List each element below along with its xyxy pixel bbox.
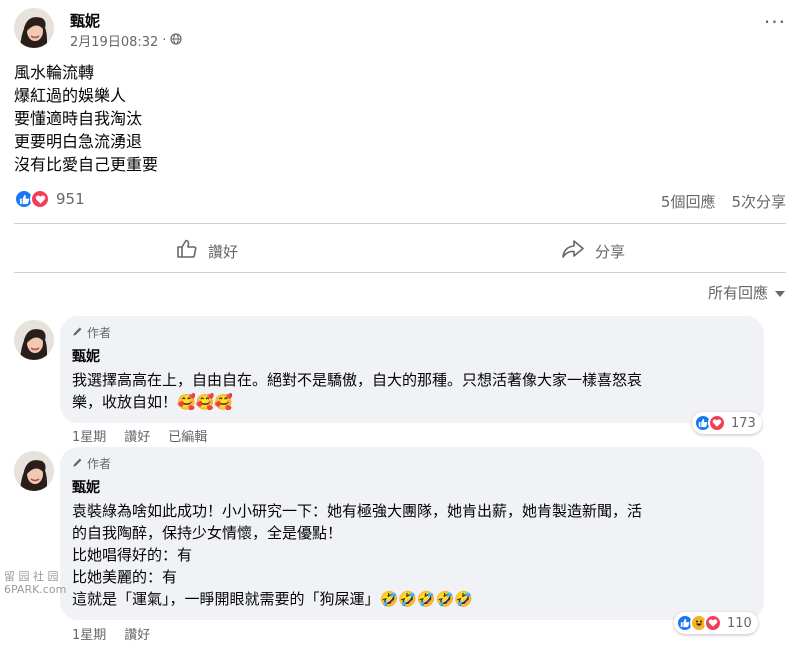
comment-actions: 1星期 讚好 [72,624,150,643]
comment-text: 我選擇高高在上，自由自在。絕對不是驕傲，自大的那種。只想活著像大家一樣喜怒哀 樂… [72,369,750,413]
post-line: 沒有比愛自己更重要 [14,155,159,174]
reaction-summary[interactable]: 951 [14,189,85,209]
author-avatar[interactable] [14,8,54,48]
stats-right: 5個回應 5次分享 [661,191,786,212]
post-meta: 2月19日08:32 · [70,31,183,50]
pen-icon [72,457,83,471]
comment-line: 比她唱得好的：有 [72,546,193,564]
more-options-icon[interactable]: ··· [764,12,786,32]
like-label: 讚好 [207,242,238,261]
like-button[interactable]: 讚好 [14,232,400,270]
love-reaction-icon [30,189,50,209]
globe-icon [170,32,183,49]
comment-avatar[interactable] [14,320,54,360]
share-label: 分享 [594,242,625,261]
sort-label: 所有回應 [707,284,768,302]
author-badge-label: 作者 [87,326,112,340]
comment-edited-label[interactable]: 已編輯 [168,426,207,445]
share-count-link[interactable]: 5次分享 [731,191,786,212]
caret-down-icon [774,284,786,302]
author-name[interactable]: 甄妮 [70,10,100,31]
comment-reactions[interactable]: 173 [692,412,762,434]
comment-line: 的自我陶醉，保持少女情懷，全是優點！ [72,524,343,542]
author-badge: 作者 [72,324,750,341]
post-header: 甄妮 2月19日08:32 · ··· [14,8,786,54]
comment-reactions[interactable]: 110 [674,612,758,634]
watermark-line: 6PARK.com [4,583,67,596]
audience-separator: · [162,33,167,48]
thumbs-up-icon [176,239,198,263]
post-timestamp[interactable]: 2月19日08:32 [70,31,158,50]
post-line: 風水輪流轉 [14,63,95,82]
comment-sort-dropdown[interactable]: 所有回應 [708,282,786,303]
author-badge-label: 作者 [87,457,112,471]
divider [14,223,786,224]
post-text: 風水輪流轉 爆紅過的娛樂人 要懂適時自我淘汰 更要明白急流湧退 沒有比愛自己更重… [14,61,158,176]
reaction-count: 951 [56,190,85,208]
comment-line: 樂，收放自如！🥰🥰🥰 [72,393,234,411]
watermark-line: 留 园 社 园 [4,570,59,583]
pen-icon [72,326,83,340]
comment-author-name[interactable]: 甄妮 [72,477,750,497]
watermark: 留 园 社 园 6PARK.com [4,570,66,596]
comment-reaction-count: 173 [731,415,756,431]
post-line: 更要明白急流湧退 [14,132,143,151]
post-actions: 讚好 分享 [14,232,786,270]
author-badge: 作者 [72,455,750,472]
comment-bubble: 作者 甄妮 我選擇高高在上，自由自在。絕對不是驕傲，自大的那種。只想活著像大家一… [60,316,764,423]
love-reaction-icon [704,614,722,632]
share-arrow-icon [561,239,585,263]
comment-line: 比她美麗的：有 [72,568,178,586]
comment-like-button[interactable]: 讚好 [124,624,150,643]
comment-line: 我選擇高高在上，自由自在。絕對不是驕傲，自大的那種。只想活著像大家一樣喜怒哀 [72,371,643,389]
comment-actions: 1星期 讚好 已編輯 [72,426,207,445]
comment-line: 這就是「運氣」，一睜開眼就需要的「狗屎運」🤣🤣🤣🤣🤣 [72,590,473,608]
comment-avatar[interactable] [14,451,54,491]
post-line: 爆紅過的娛樂人 [14,86,127,105]
comment-text: 袁裝綠為啥如此成功！小小研究一下：她有極強大團隊，她肯出薪，她肯製造新聞，活 的… [72,500,750,610]
comment-bubble: 作者 甄妮 袁裝綠為啥如此成功！小小研究一下：她有極強大團隊，她肯出薪，她肯製造… [60,447,764,620]
share-button[interactable]: 分享 [400,232,786,270]
comment-like-button[interactable]: 讚好 [124,426,150,445]
comment-line: 袁裝綠為啥如此成功！小小研究一下：她有極強大團隊，她肯出薪，她肯製造新聞，活 [72,502,643,520]
divider [14,272,786,273]
comment-author-name[interactable]: 甄妮 [72,346,750,366]
post-stats: 951 5個回應 5次分享 [14,189,786,213]
comment-time[interactable]: 1星期 [72,624,106,643]
post-line: 要懂適時自我淘汰 [14,109,143,128]
comment-reaction-count: 110 [727,615,752,631]
love-reaction-icon [708,414,726,432]
comment-time[interactable]: 1星期 [72,426,106,445]
comment-count-link[interactable]: 5個回應 [661,191,716,212]
